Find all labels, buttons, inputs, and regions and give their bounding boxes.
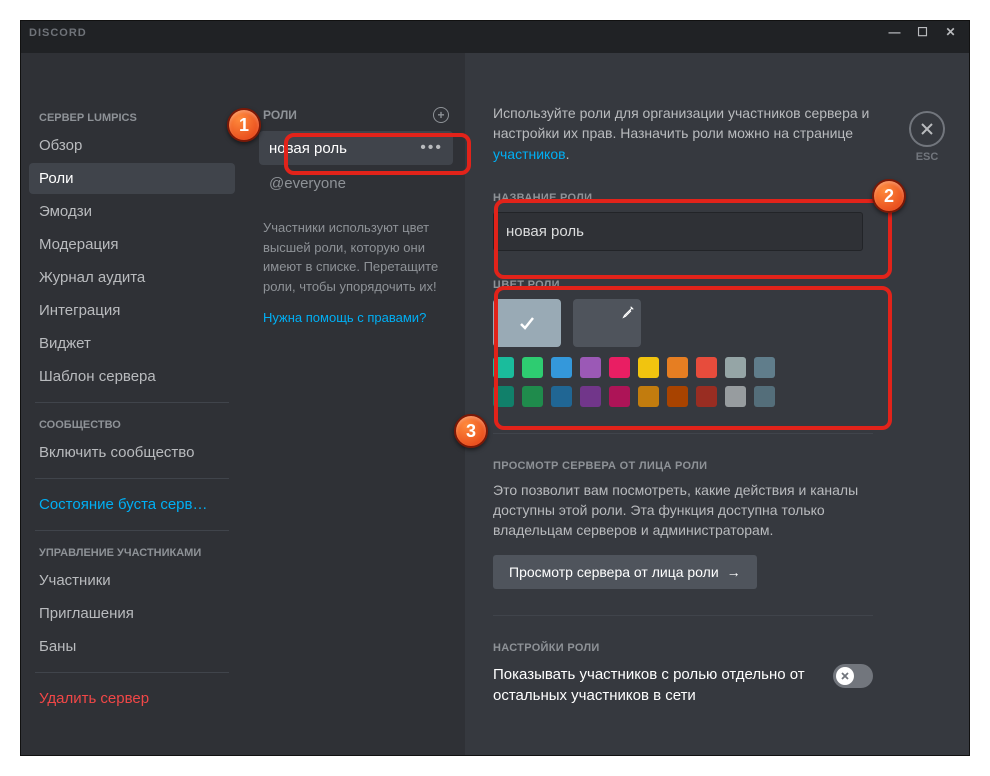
- preview-desc: Это позволит вам посмотреть, какие дейст…: [493, 480, 873, 541]
- color-swatch[interactable]: [754, 386, 775, 407]
- color-swatch[interactable]: [667, 386, 688, 407]
- server-header: СЕРВЕР LUMPICS: [29, 106, 235, 130]
- toggle-knob: [836, 667, 854, 685]
- color-swatch[interactable]: [754, 357, 775, 378]
- color-swatch[interactable]: [696, 386, 717, 407]
- nav-emoji[interactable]: Эмодзи: [29, 196, 235, 227]
- setting-hoist-label: Показывать участников с ролью отдельно о…: [493, 664, 833, 706]
- view-as-role-button[interactable]: Просмотр сервера от лица роли →: [493, 555, 757, 589]
- nav-moderation[interactable]: Модерация: [29, 229, 235, 260]
- close-settings[interactable]: ESC: [909, 111, 945, 163]
- color-swatch[interactable]: [725, 386, 746, 407]
- color-swatch[interactable]: [551, 357, 572, 378]
- role-item-selected[interactable]: новая роль •••: [259, 131, 453, 165]
- setting-hoist-toggle[interactable]: [833, 664, 873, 688]
- color-default[interactable]: [493, 299, 561, 347]
- roles-help-link[interactable]: Нужна помощь с правами?: [259, 306, 453, 329]
- color-swatch[interactable]: [493, 386, 514, 407]
- nav-integrations[interactable]: Интеграция: [29, 295, 235, 326]
- eyedropper-icon: [621, 305, 635, 319]
- nav-invites[interactable]: Приглашения: [29, 598, 235, 629]
- color-picker: [493, 299, 873, 407]
- role-name-input[interactable]: [493, 212, 863, 251]
- step-marker-2: 2: [872, 179, 906, 213]
- nav-audit-log[interactable]: Журнал аудита: [29, 262, 235, 293]
- nav-template[interactable]: Шаблон сервера: [29, 361, 235, 392]
- color-swatches: [493, 357, 793, 407]
- role-color-label: ЦВЕТ РОЛИ: [493, 279, 941, 291]
- color-swatch[interactable]: [609, 386, 630, 407]
- nav-bans[interactable]: Баны: [29, 631, 235, 662]
- role-editor: ESC Используйте роли для организации уча…: [465, 53, 969, 755]
- color-swatch[interactable]: [522, 386, 543, 407]
- color-swatch[interactable]: [667, 357, 688, 378]
- roles-list-column: РОЛИ + новая роль ••• @everyone Участник…: [243, 53, 465, 755]
- arrow-right-icon: →: [727, 564, 741, 580]
- window-close[interactable]: ✕: [937, 21, 965, 43]
- color-swatch[interactable]: [609, 357, 630, 378]
- members-header: УПРАВЛЕНИЕ УЧАСТНИКАМИ: [29, 541, 235, 565]
- nav-widget[interactable]: Виджет: [29, 328, 235, 359]
- members-link[interactable]: участников: [493, 146, 566, 162]
- community-header: СООБЩЕСТВО: [29, 413, 235, 437]
- nav-members[interactable]: Участники: [29, 565, 235, 596]
- color-swatch[interactable]: [551, 386, 572, 407]
- step-marker-3: 3: [454, 414, 488, 448]
- role-everyone[interactable]: @everyone: [259, 167, 453, 200]
- app-brand: DISCORD: [29, 27, 87, 39]
- color-swatch[interactable]: [725, 357, 746, 378]
- color-swatch[interactable]: [493, 357, 514, 378]
- color-swatch[interactable]: [522, 357, 543, 378]
- nav-delete-server[interactable]: Удалить сервер: [29, 683, 235, 714]
- intro-text: Используйте роли для организации участни…: [493, 103, 883, 164]
- settings-sidebar: СЕРВЕР LUMPICS Обзор Роли Эмодзи Модерац…: [21, 53, 243, 755]
- window-minimize[interactable]: —: [881, 21, 909, 43]
- close-icon: [909, 111, 945, 147]
- role-menu-icon[interactable]: •••: [420, 139, 443, 157]
- add-role-button[interactable]: +: [433, 107, 449, 123]
- roles-header: РОЛИ: [263, 108, 297, 122]
- window-maximize[interactable]: ☐: [909, 21, 937, 43]
- role-name: новая роль: [269, 140, 347, 157]
- nav-roles[interactable]: Роли: [29, 163, 235, 194]
- color-swatch[interactable]: [638, 386, 659, 407]
- color-custom[interactable]: [573, 299, 641, 347]
- color-swatch[interactable]: [580, 357, 601, 378]
- nav-overview[interactable]: Обзор: [29, 130, 235, 161]
- step-marker-1: 1: [227, 108, 261, 142]
- nav-enable-community[interactable]: Включить сообщество: [29, 437, 235, 468]
- color-swatch[interactable]: [580, 386, 601, 407]
- roles-help-text: Участники используют цвет высшей роли, к…: [259, 200, 453, 306]
- color-swatch[interactable]: [638, 357, 659, 378]
- role-settings-header: НАСТРОЙКИ РОЛИ: [493, 642, 941, 654]
- color-swatch[interactable]: [696, 357, 717, 378]
- nav-boost-status[interactable]: Состояние буста серв…: [29, 489, 235, 520]
- preview-header: ПРОСМОТР СЕРВЕРА ОТ ЛИЦА РОЛИ: [493, 460, 941, 472]
